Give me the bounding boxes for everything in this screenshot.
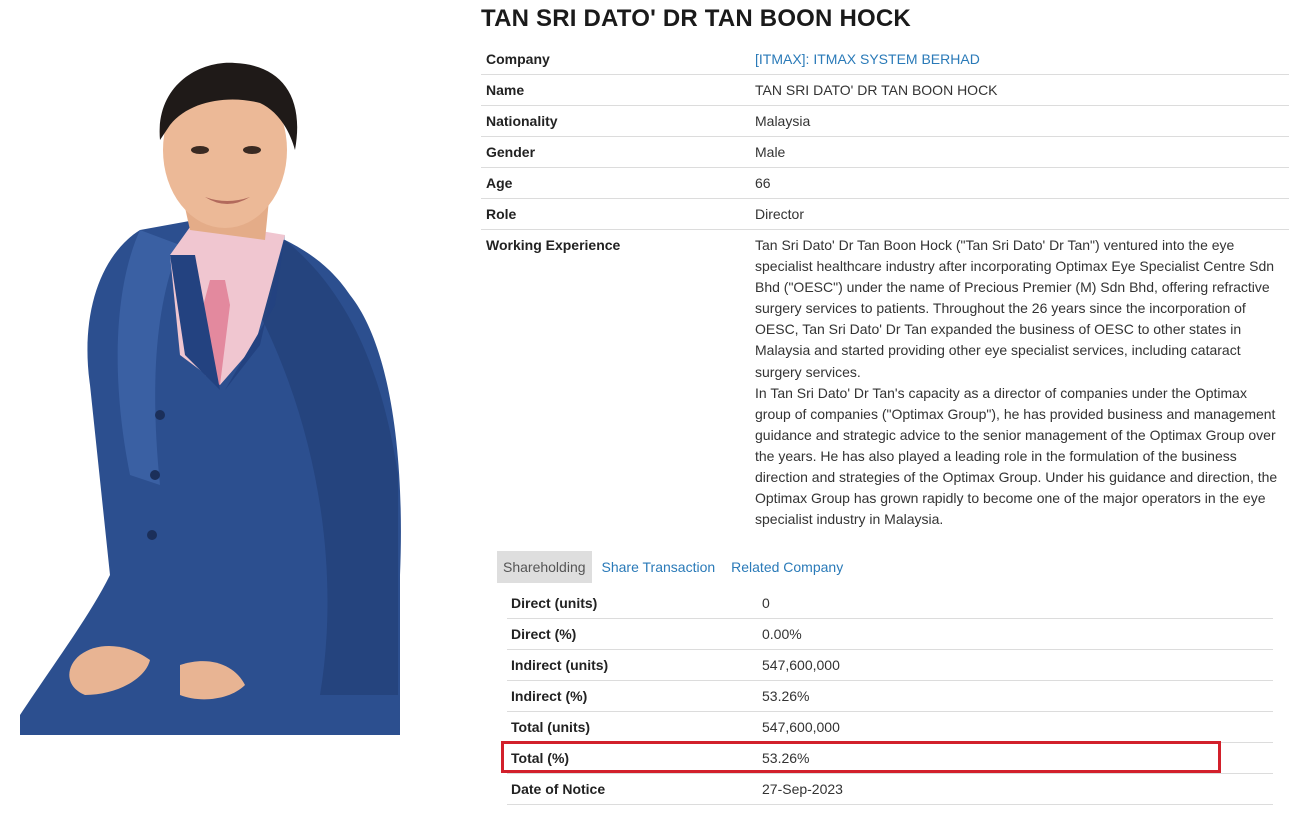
info-value: TAN SRI DATO' DR TAN BOON HOCK: [755, 82, 998, 98]
director-portrait: [20, 55, 405, 735]
company-link[interactable]: [ITMAX]: ITMAX SYSTEM BERHAD: [755, 51, 980, 67]
table-row: Indirect (units) 547,600,000: [507, 650, 1273, 681]
table-row: Direct (%) 0.00%: [507, 619, 1273, 650]
tab-shareholding[interactable]: Shareholding: [497, 551, 592, 583]
shareholding-value: 547,600,000: [762, 719, 840, 735]
table-row: Date of Notice 27-Sep-2023: [507, 774, 1273, 805]
shareholding-value: 53.26%: [762, 750, 810, 766]
profile-tabs: Shareholding Share Transaction Related C…: [497, 551, 849, 583]
info-label: Company: [486, 51, 550, 67]
shareholding-value: 0: [762, 595, 770, 611]
shareholding-label: Indirect (%): [511, 688, 588, 704]
page-title: TAN SRI DATO' DR TAN BOON HOCK: [481, 5, 911, 32]
experience-paragraph: In Tan Sri Dato' Dr Tan's capacity as a …: [755, 384, 1278, 528]
shareholding-label: Total (%): [511, 750, 570, 766]
info-label: Role: [486, 206, 517, 222]
info-label: Nationality: [486, 113, 558, 129]
director-profile-page: TAN SRI DATO' DR TAN BOON HOCK Company […: [0, 0, 1300, 821]
info-row-role: Role Director: [481, 198, 1289, 229]
info-label: Age: [486, 175, 513, 191]
table-row: Direct (units) 0: [507, 588, 1273, 619]
shareholding-label: Total (units): [511, 719, 591, 735]
tab-share-transaction[interactable]: Share Transaction: [596, 552, 722, 582]
info-row-age: Age 66: [481, 167, 1289, 198]
info-label: Gender: [486, 144, 536, 160]
info-value: Director: [755, 206, 805, 222]
shareholding-label: Direct (units): [511, 595, 598, 611]
table-row: Indirect (%) 53.26%: [507, 681, 1273, 712]
tab-related-company[interactable]: Related Company: [725, 552, 849, 582]
info-row-company: Company [ITMAX]: ITMAX SYSTEM BERHAD: [481, 44, 1289, 74]
info-value: [ITMAX]: ITMAX SYSTEM BERHAD: [755, 44, 1289, 74]
info-row-working-experience: Working Experience Tan Sri Dato' Dr Tan …: [481, 229, 1289, 534]
person-photo-icon: [20, 62, 401, 735]
info-row-gender: Gender Male: [481, 136, 1289, 167]
info-value: 66: [755, 175, 771, 191]
info-row-nationality: Nationality Malaysia: [481, 105, 1289, 136]
info-label: Name: [486, 82, 525, 98]
info-label: Working Experience: [486, 237, 621, 253]
table-row-total-percent: Total (%) 53.26%: [507, 743, 1273, 774]
info-value: Malaysia: [755, 113, 811, 129]
director-info-table: Company [ITMAX]: ITMAX SYSTEM BERHAD Nam…: [481, 44, 1289, 534]
shareholding-value: 27-Sep-2023: [762, 781, 843, 797]
shareholding-value: 53.26%: [762, 688, 810, 704]
working-experience-text: Tan Sri Dato' Dr Tan Boon Hock ("Tan Sri…: [755, 230, 1289, 534]
shareholding-label: Indirect (units): [511, 657, 609, 673]
experience-paragraph: Tan Sri Dato' Dr Tan Boon Hock ("Tan Sri…: [755, 237, 1275, 380]
shareholding-label: Date of Notice: [511, 781, 606, 797]
info-row-name: Name TAN SRI DATO' DR TAN BOON HOCK: [481, 74, 1289, 105]
shareholding-value: 547,600,000: [762, 657, 840, 673]
shareholding-label: Direct (%): [511, 626, 577, 642]
table-row: Total (units) 547,600,000: [507, 712, 1273, 743]
info-value: Male: [755, 144, 786, 160]
shareholding-value: 0.00%: [762, 626, 802, 642]
shareholding-table: Direct (units) 0 Direct (%) 0.00% Indire…: [507, 588, 1273, 805]
